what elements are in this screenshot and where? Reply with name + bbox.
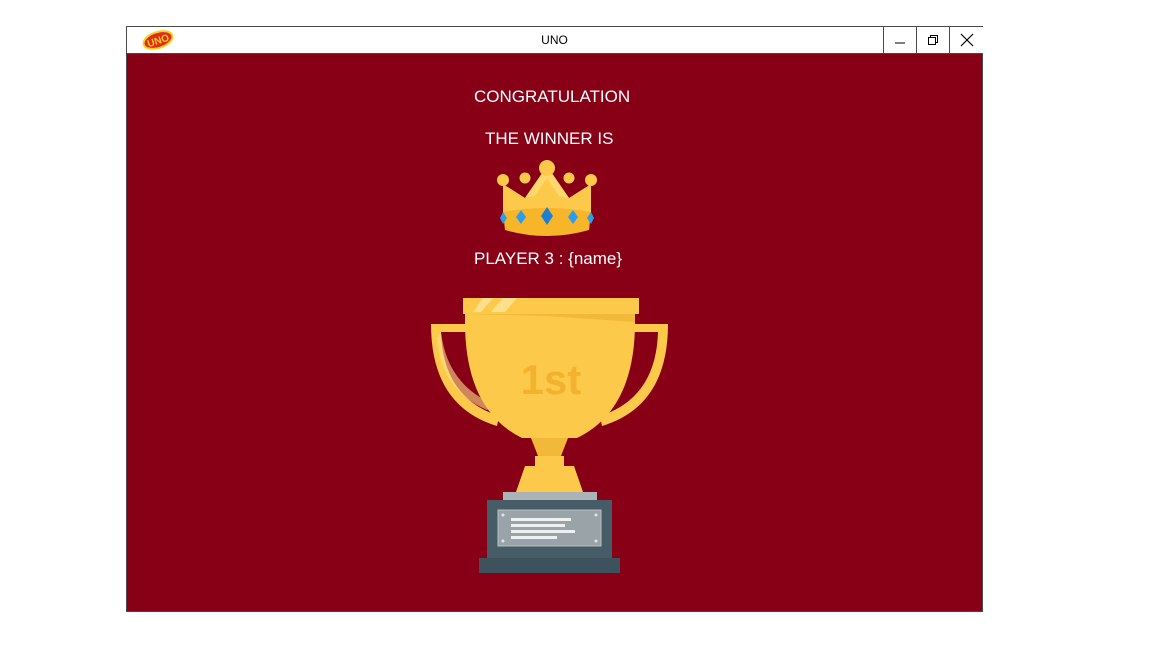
- minimize-button[interactable]: [883, 27, 916, 53]
- crown-icon: [497, 160, 597, 236]
- winner-subheading: THE WINNER IS: [485, 129, 614, 148]
- trophy-icon: 1st: [431, 298, 668, 573]
- close-icon: [960, 33, 973, 47]
- app-window: UNO UNO CONGRATULATION THE WINNER IS PLA…: [126, 26, 983, 612]
- congratulation-heading: CONGRATULATION: [474, 87, 631, 106]
- winner-panel: CONGRATULATION THE WINNER IS PLAYER 3 : …: [127, 54, 982, 611]
- winner-name-label: PLAYER 3 : {name}: [474, 249, 623, 268]
- close-button[interactable]: [949, 27, 983, 53]
- restore-button[interactable]: [916, 27, 949, 53]
- window-title: UNO: [541, 33, 568, 47]
- title-bar[interactable]: UNO UNO: [127, 27, 983, 54]
- minimize-icon: [895, 42, 905, 44]
- svg-text:1st: 1st: [521, 356, 582, 403]
- restore-icon: [928, 35, 938, 45]
